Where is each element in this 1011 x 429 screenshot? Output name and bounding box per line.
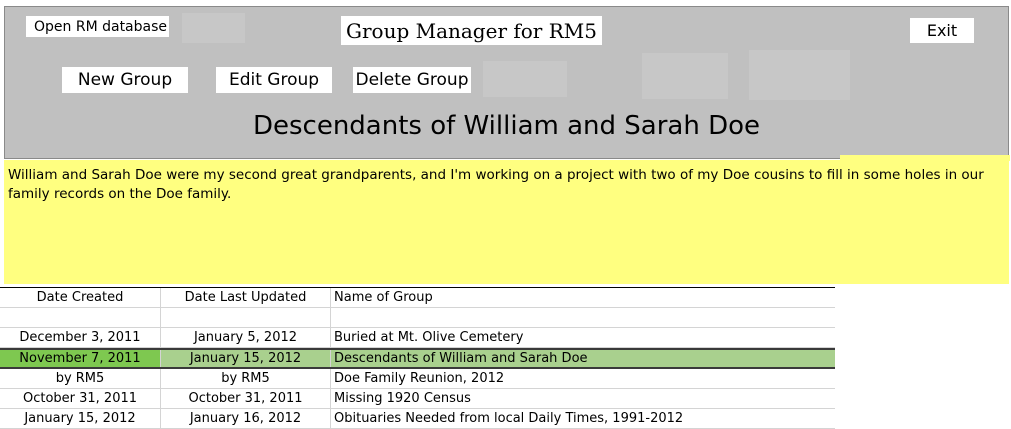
date-updated-cell: by RM5 [161, 369, 331, 388]
table-row[interactable]: by RM5 by RM5 Doe Family Reunion, 2012 [0, 369, 835, 389]
table-row[interactable]: October 31, 2011 October 31, 2011 Missin… [0, 389, 835, 409]
delete-group-button[interactable]: Delete Group [353, 67, 471, 93]
ghost-shape [182, 13, 245, 43]
table-row-selected[interactable]: November 7, 2011 January 15, 2012 Descen… [0, 348, 835, 369]
date-created-cell: November 7, 2011 [0, 350, 161, 367]
new-group-button[interactable]: New Group [62, 67, 188, 93]
date-created-cell: by RM5 [0, 369, 161, 388]
date-updated-cell: October 31, 2011 [161, 389, 331, 408]
exit-button[interactable]: Exit [910, 18, 974, 43]
date-created-cell: January 15, 2012 [0, 409, 161, 428]
group-name-cell: Obituaries Needed from local Daily Times… [334, 411, 684, 426]
date-updated-cell: January 15, 2012 [161, 350, 331, 367]
ghost-shape [483, 61, 567, 97]
group-name-cell [331, 308, 835, 327]
date-created-cell: October 31, 2011 [0, 389, 161, 408]
date-updated-cell: January 16, 2012 [161, 409, 331, 428]
groups-table: Date Created Date Last Updated Name of G… [0, 287, 835, 429]
group-name-cell: Descendants of William and Sarah Doe [334, 351, 588, 366]
column-header-name-of-group[interactable]: Name of Group [331, 288, 835, 307]
table-header-row: Date Created Date Last Updated Name of G… [0, 288, 835, 308]
edit-group-button[interactable]: Edit Group [216, 67, 332, 93]
ghost-shape [749, 50, 850, 100]
table-row[interactable] [0, 308, 835, 328]
app-title: Group Manager for RM5 [341, 16, 602, 45]
date-created-cell [0, 308, 161, 327]
date-updated-cell [161, 308, 331, 327]
group-name-cell: Doe Family Reunion, 2012 [334, 371, 505, 386]
date-created-cell: December 3, 2011 [0, 328, 161, 347]
open-rm-database-button[interactable]: Open RM database [26, 16, 169, 37]
group-description[interactable]: William and Sarah Doe were my second gre… [4, 160, 1009, 284]
selected-group-title: Descendants of William and Sarah Doe [252, 111, 761, 141]
column-header-date-created[interactable]: Date Created [0, 288, 161, 307]
header-panel: Open RM database Group Manager for RM5 E… [4, 6, 1009, 159]
date-updated-cell: January 5, 2012 [161, 328, 331, 347]
table-row[interactable]: January 15, 2012 January 16, 2012 Obitua… [0, 409, 835, 429]
column-header-date-last-updated[interactable]: Date Last Updated [161, 288, 331, 307]
group-name-cell: Buried at Mt. Olive Cemetery [334, 330, 524, 345]
ghost-shape [642, 53, 728, 99]
group-name-cell: Missing 1920 Census [334, 391, 471, 406]
table-row[interactable]: December 3, 2011 January 5, 2012 Buried … [0, 328, 835, 348]
